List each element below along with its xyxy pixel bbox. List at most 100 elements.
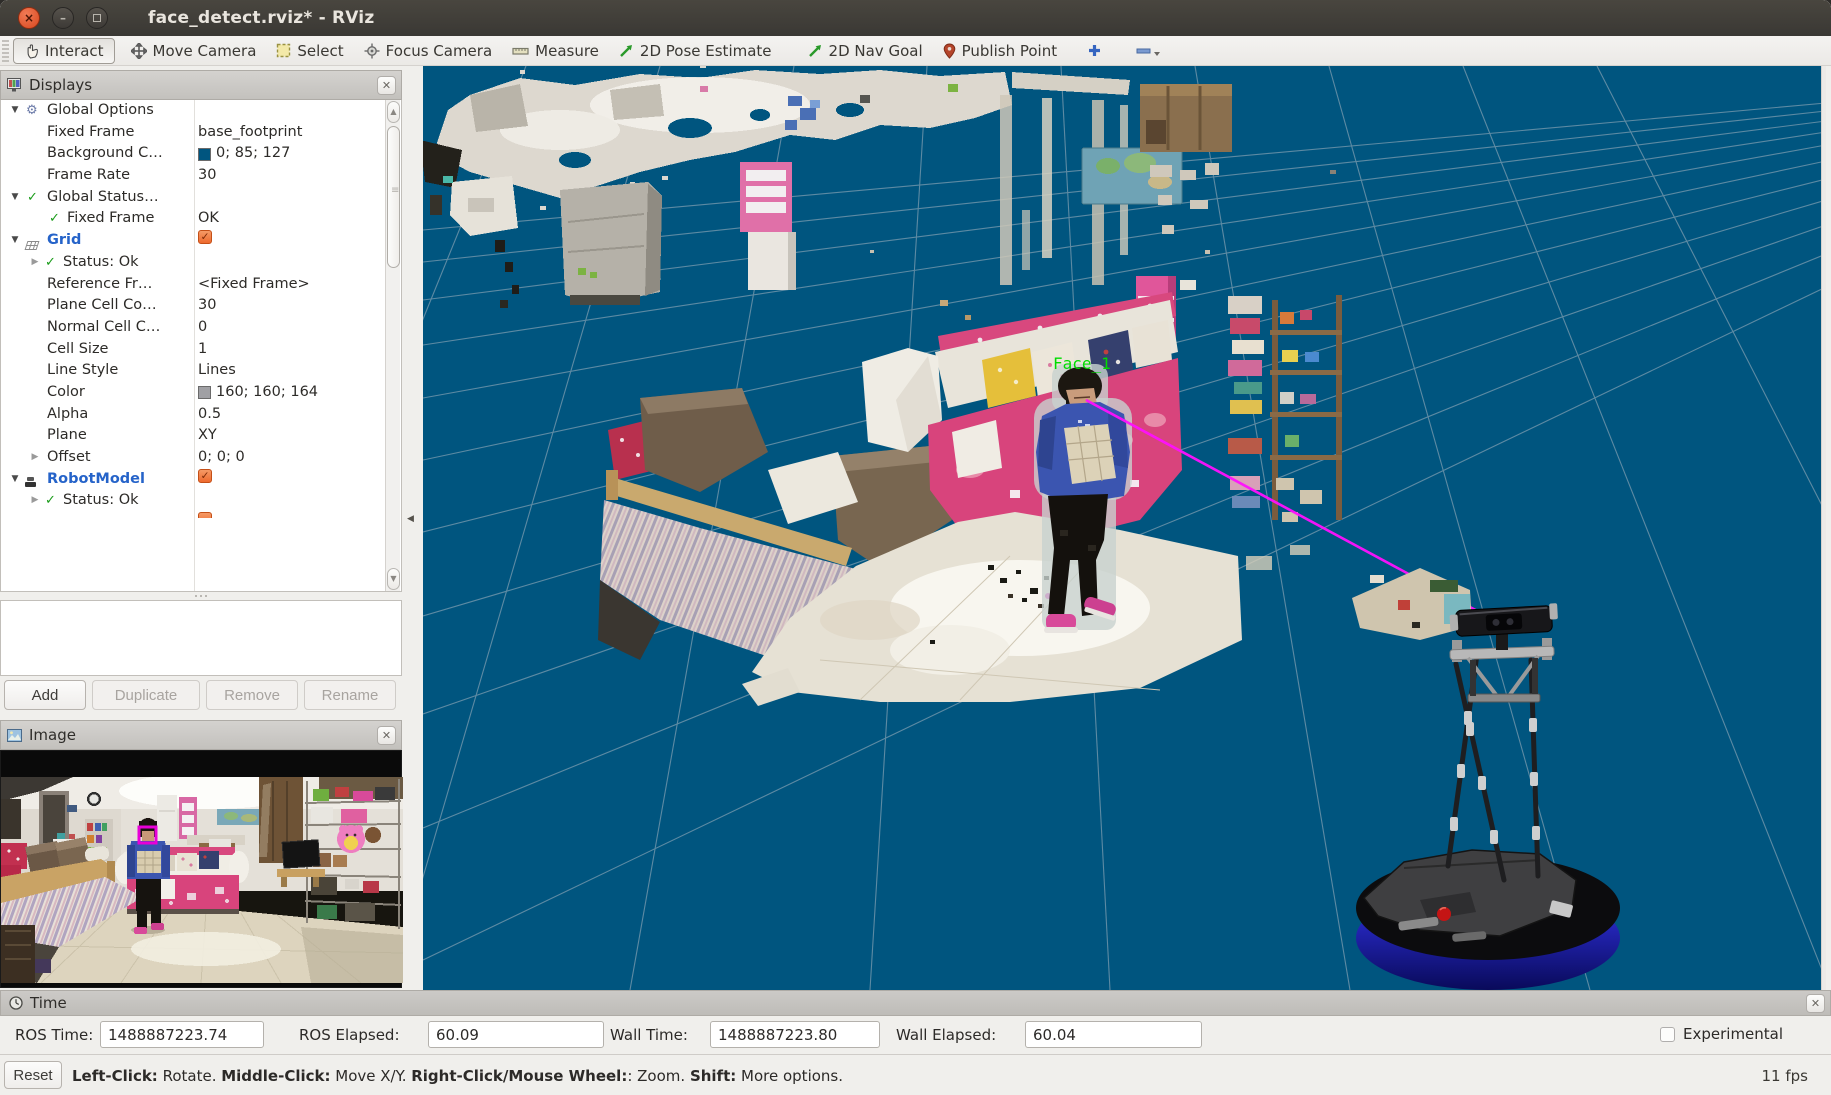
interact-tool-button[interactable]: Interact bbox=[13, 38, 115, 64]
tree-row-normal-cell-count[interactable]: Normal Cell C… 0 bbox=[1, 317, 401, 339]
move-icon bbox=[131, 43, 147, 59]
tree-row-grid-status[interactable]: ▶ ✓ Status: Ok bbox=[1, 252, 401, 274]
tree-row-fixed-frame[interactable]: Fixed Frame base_footprint bbox=[1, 122, 401, 144]
publish-point-tool-button[interactable]: Publish Point bbox=[933, 39, 1067, 63]
duplicate-display-button[interactable]: Duplicate bbox=[92, 680, 200, 710]
displays-tree[interactable]: ▼ ⚙ Global Options Fixed Frame base_foot… bbox=[0, 100, 402, 592]
move-camera-tool-button[interactable]: Move Camera bbox=[121, 39, 267, 63]
map-pin-icon bbox=[943, 43, 956, 59]
tree-row-line-style[interactable]: Line Style Lines bbox=[1, 360, 401, 382]
camera-photo bbox=[1, 777, 403, 983]
green-arrow-icon bbox=[808, 43, 823, 58]
tree-row-plane-cell-count[interactable]: Plane Cell Co… 30 bbox=[1, 295, 401, 317]
expander-closed-icon[interactable]: ▶ bbox=[29, 252, 41, 274]
status-ok-check-icon: ✓ bbox=[27, 187, 38, 209]
left-panel-column: Displays ✕ ▼ ⚙ Global Options Fixed Fram… bbox=[0, 66, 402, 990]
plus-icon bbox=[1087, 43, 1102, 58]
grid-enabled-checkbox[interactable]: ✓ bbox=[198, 230, 212, 244]
wall-time-input[interactable] bbox=[710, 1021, 880, 1048]
toolbar-drag-handle[interactable] bbox=[2, 40, 9, 62]
expander-closed-icon[interactable]: ▶ bbox=[29, 447, 41, 469]
displays-buttons-row: Add Duplicate Remove Rename bbox=[0, 680, 402, 712]
close-window-button[interactable]: × bbox=[18, 7, 40, 29]
tree-row-color[interactable]: Color 160; 160; 164 bbox=[1, 382, 401, 404]
3d-viewport[interactable]: Face_1 bbox=[423, 66, 1826, 990]
add-tool-button[interactable] bbox=[1079, 40, 1110, 61]
robot-model-enabled-checkbox[interactable]: ✓ bbox=[198, 469, 212, 483]
displays-panel-title: Displays bbox=[29, 76, 92, 94]
time-panel-title: Time bbox=[30, 994, 67, 1012]
move-camera-tool-label: Move Camera bbox=[153, 42, 257, 60]
rviz-window: × – face_detect.rviz* - RViz Interact Mo… bbox=[0, 0, 1831, 1095]
window-title: face_detect.rviz* - RViz bbox=[148, 8, 374, 28]
pose-estimate-tool-button[interactable]: 2D Pose Estimate bbox=[609, 39, 782, 63]
tree-row-global-options[interactable]: ▼ ⚙ Global Options bbox=[1, 100, 401, 122]
maximize-window-button[interactable] bbox=[86, 7, 108, 29]
expander-open-icon[interactable]: ▼ bbox=[9, 469, 21, 491]
nav-goal-tool-button[interactable]: 2D Nav Goal bbox=[798, 39, 933, 63]
image-close-button[interactable]: ✕ bbox=[377, 726, 396, 745]
chevron-down-icon bbox=[1153, 51, 1161, 57]
tree-row-robot-status[interactable]: ▶ ✓ Status: Ok bbox=[1, 490, 401, 512]
focus-camera-tool-button[interactable]: Focus Camera bbox=[354, 39, 502, 63]
wall-elapsed-input[interactable] bbox=[1025, 1021, 1202, 1048]
tree-row-reference-frame[interactable]: Reference Fr… <Fixed Frame> bbox=[1, 274, 401, 296]
right-dock-splitter[interactable] bbox=[1821, 66, 1826, 990]
displays-icon bbox=[7, 78, 22, 92]
tree-row-plane[interactable]: Plane XY bbox=[1, 425, 401, 447]
measure-tool-label: Measure bbox=[535, 42, 599, 60]
tree-row-fixed-frame-status[interactable]: ✓ Fixed Frame OK bbox=[1, 208, 401, 230]
tree-row-grid[interactable]: ▼ Grid ✓ bbox=[1, 230, 401, 252]
remove-tool-button[interactable] bbox=[1128, 42, 1169, 60]
ros-time-label: ROS Time: bbox=[15, 1026, 93, 1044]
image-panel-header[interactable]: Image ✕ bbox=[0, 720, 402, 750]
expander-open-icon[interactable]: ▼ bbox=[9, 100, 21, 122]
tree-row-robot-model[interactable]: ▼ RobotModel ✓ bbox=[1, 469, 401, 491]
tree-row-cell-size[interactable]: Cell Size 1 bbox=[1, 339, 401, 361]
select-tool-button[interactable]: Select bbox=[266, 39, 353, 63]
tree-row-clipped[interactable] bbox=[1, 512, 401, 518]
time-fields-row: ROS Time: ROS Elapsed: Wall Time: Wall E… bbox=[0, 1016, 1831, 1054]
time-close-button[interactable]: ✕ bbox=[1806, 994, 1825, 1013]
measure-tool-button[interactable]: Measure bbox=[502, 39, 609, 63]
face-label: Face_1 bbox=[1053, 354, 1111, 373]
rename-display-button[interactable]: Rename bbox=[304, 680, 396, 710]
scroll-down-button[interactable]: ▼ bbox=[387, 568, 400, 590]
tree-row-global-status[interactable]: ▼ ✓ Global Status… bbox=[1, 187, 401, 209]
ros-time-input[interactable] bbox=[100, 1021, 264, 1048]
scroll-up-button[interactable]: ▲ bbox=[387, 101, 400, 123]
minimize-window-button[interactable]: – bbox=[52, 7, 74, 29]
time-panel-header[interactable]: Time ✕ bbox=[0, 990, 1831, 1016]
displays-close-button[interactable]: ✕ bbox=[377, 76, 396, 95]
clipped-checkbox bbox=[198, 512, 212, 518]
expander-open-icon[interactable]: ▼ bbox=[9, 230, 21, 252]
tree-row-offset[interactable]: ▶ Offset 0; 0; 0 bbox=[1, 447, 401, 469]
reset-button[interactable]: Reset bbox=[4, 1061, 62, 1089]
panel-splitter-handle[interactable] bbox=[0, 592, 402, 600]
status-ok-check-icon: ✓ bbox=[45, 252, 56, 274]
tree-scrollbar[interactable]: ▲ ▼ bbox=[385, 100, 400, 591]
image-panel-title: Image bbox=[29, 726, 76, 744]
experimental-label: Experimental bbox=[1683, 1025, 1783, 1043]
maximize-icon bbox=[93, 14, 101, 22]
image-icon bbox=[7, 729, 22, 742]
time-panel: Time ✕ ROS Time: ROS Elapsed: Wall Time:… bbox=[0, 990, 1831, 1054]
experimental-checkbox[interactable] bbox=[1660, 1027, 1675, 1042]
interact-tool-label: Interact bbox=[45, 42, 104, 60]
expander-closed-icon[interactable]: ▶ bbox=[29, 490, 41, 512]
status-ok-check-icon: ✓ bbox=[49, 208, 60, 230]
wall-time-label: Wall Time: bbox=[610, 1026, 688, 1044]
displays-panel-header[interactable]: Displays ✕ bbox=[0, 70, 402, 100]
ros-elapsed-input[interactable] bbox=[428, 1021, 604, 1048]
remove-display-button[interactable]: Remove bbox=[206, 680, 298, 710]
tree-row-alpha[interactable]: Alpha 0.5 bbox=[1, 404, 401, 426]
scrollbar-thumb[interactable] bbox=[387, 126, 400, 268]
add-display-button[interactable]: Add bbox=[4, 680, 86, 710]
publish-point-tool-label: Publish Point bbox=[962, 42, 1057, 60]
splitter-collapse-arrow[interactable]: ◀ bbox=[407, 514, 414, 524]
tree-row-frame-rate[interactable]: Frame Rate 30 bbox=[1, 165, 401, 187]
select-tool-label: Select bbox=[297, 42, 343, 60]
ros-elapsed-label: ROS Elapsed: bbox=[299, 1026, 400, 1044]
expander-open-icon[interactable]: ▼ bbox=[9, 187, 21, 209]
tree-row-background-color[interactable]: Background C… 0; 85; 127 bbox=[1, 143, 401, 165]
